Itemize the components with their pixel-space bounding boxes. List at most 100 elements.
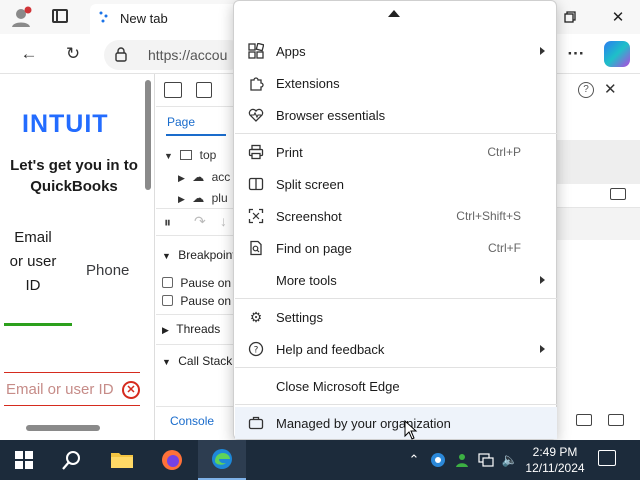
scrollbar-thumb[interactable]: [26, 425, 100, 431]
menu-item-label: Split screen: [276, 176, 344, 192]
devtools-right-pane: [556, 74, 640, 440]
menu-separator: [235, 298, 557, 299]
pause-on-caught-row[interactable]: Pause on c: [162, 294, 240, 308]
menu-item-managed-by-org[interactable]: Managed by your organization: [235, 407, 557, 439]
checkbox[interactable]: [162, 277, 173, 288]
breakpoints-section[interactable]: ▼ Breakpoint: [162, 248, 236, 262]
refresh-button[interactable]: ↻: [60, 42, 86, 66]
back-button[interactable]: ←: [16, 42, 42, 66]
device-emulation-icon[interactable]: [196, 82, 212, 98]
address-bar[interactable]: https://accou: [104, 40, 244, 70]
page-horizontal-scrollbar[interactable]: [0, 422, 155, 434]
refresh-icon: ↻: [65, 44, 81, 63]
tree-label: top: [199, 148, 217, 162]
pause-icon[interactable]: ⏸: [164, 214, 171, 231]
menu-item-screenshot[interactable]: Screenshot Ctrl+Shift+S: [235, 200, 557, 232]
settings-more-button[interactable]: ···: [563, 42, 589, 66]
expand-down-icon: ▼: [162, 251, 171, 261]
briefcase-icon: [247, 414, 265, 432]
close-devtools-icon[interactable]: ✕: [604, 80, 617, 98]
drawer-toggle-icon[interactable]: [576, 414, 592, 426]
start-button[interactable]: [0, 440, 48, 480]
section-label: Breakpoint: [178, 248, 236, 262]
page-headline: Let's get you in to QuickBooks: [10, 157, 138, 195]
menu-separator: [235, 404, 557, 405]
taskbar-firefox[interactable]: [148, 440, 196, 480]
tray-user-icon[interactable]: [452, 450, 472, 470]
threads-section[interactable]: ▶ Threads: [162, 322, 220, 336]
step-over-icon[interactable]: ↷: [194, 213, 206, 230]
menu-item-label: Settings: [276, 309, 323, 325]
expand-right-icon: ▶: [178, 173, 185, 183]
menu-item-label: Find on page: [276, 240, 352, 256]
section-label: Threads: [176, 322, 221, 336]
profile-avatar[interactable]: [10, 6, 32, 28]
taskbar-edge[interactable]: [198, 440, 246, 480]
taskbar-clock[interactable]: 2:49 PM 12/11/2024: [520, 444, 590, 476]
lock-icon: [115, 47, 127, 62]
heart-icon: [247, 106, 265, 124]
find-icon: [247, 239, 265, 257]
pause-on-uncaught-row[interactable]: Pause on u: [162, 276, 241, 290]
dock-icon[interactable]: [610, 188, 626, 200]
search-button[interactable]: [48, 440, 96, 480]
taskbar-file-explorer[interactable]: [98, 440, 146, 480]
menu-item-label: Print: [276, 144, 303, 160]
menu-item-label: Help and feedback: [276, 341, 385, 357]
copilot-button[interactable]: [604, 41, 630, 67]
restore-icon: [564, 11, 576, 23]
tab-actions-icon[interactable]: [52, 9, 68, 23]
expand-down-icon: ▼: [162, 357, 171, 367]
close-window-button[interactable]: ✕: [596, 0, 640, 34]
tray-app-icon[interactable]: [428, 450, 448, 470]
tree-row-plu[interactable]: ▶ ☁ plu: [178, 191, 228, 205]
menu-item-extensions[interactable]: Extensions: [235, 67, 557, 99]
submenu-arrow-icon: [540, 345, 545, 353]
menu-item-find-on-page[interactable]: Find on page Ctrl+F: [235, 232, 557, 264]
inspect-element-icon[interactable]: [164, 82, 182, 98]
page-vertical-scrollbar[interactable]: [143, 80, 153, 410]
scrollbar-thumb[interactable]: [145, 80, 151, 190]
drawer-dock-icon[interactable]: [608, 414, 624, 426]
tree-row-acc[interactable]: ▶ ☁ acc: [178, 170, 230, 184]
menu-separator: [235, 133, 557, 134]
menu-item-close-edge[interactable]: Close Microsoft Edge: [235, 370, 557, 402]
split-screen-icon: [247, 175, 265, 193]
menu-item-label: Extensions: [276, 75, 340, 91]
volume-icon[interactable]: 🔈: [500, 450, 520, 470]
notifications-icon[interactable]: [598, 450, 616, 466]
console-drawer-tab[interactable]: Console: [170, 414, 214, 428]
firefox-icon: [162, 450, 182, 470]
option-email-user-id[interactable]: Email or user ID: [8, 226, 58, 298]
submenu-arrow-icon: [540, 47, 545, 55]
menu-item-help-feedback[interactable]: ? Help and feedback: [235, 333, 557, 365]
menu-item-shortcut: Ctrl+F: [488, 241, 521, 255]
menu-item-more-tools[interactable]: More tools: [235, 264, 557, 296]
menu-item-print[interactable]: Print Ctrl+P: [235, 136, 557, 168]
folder-icon: [111, 453, 133, 468]
tab-new-tab[interactable]: New tab: [90, 4, 240, 34]
search-icon: [62, 451, 80, 470]
url-text: https://accou: [148, 47, 228, 63]
menu-item-browser-essentials[interactable]: Browser essentials: [235, 99, 557, 131]
email-field[interactable]: Email or user ID ✕: [4, 372, 140, 406]
menu-item-split-screen[interactable]: Split screen: [235, 168, 557, 200]
sources-page-tab[interactable]: Page: [167, 115, 195, 129]
help-icon[interactable]: ?: [578, 82, 594, 98]
menu-item-label: Screenshot: [276, 208, 342, 224]
option-phone[interactable]: Phone: [86, 262, 129, 279]
call-stack-section[interactable]: ▼ Call Stack: [162, 354, 232, 368]
step-into-icon[interactable]: ↓: [220, 213, 227, 229]
menu-collapse-caret-icon[interactable]: [388, 10, 400, 17]
menu-item-settings[interactable]: ⚙ Settings: [235, 301, 557, 333]
expand-down-icon: ▼: [164, 151, 173, 161]
print-icon: [247, 143, 265, 161]
menu-item-label: Apps: [276, 43, 306, 59]
menu-item-shortcut: Ctrl+Shift+S: [456, 209, 521, 223]
menu-item-apps[interactable]: Apps: [235, 35, 557, 67]
network-icon[interactable]: [476, 450, 496, 470]
tray-overflow-icon[interactable]: ⌃: [404, 450, 424, 470]
tree-row-top[interactable]: ▼ top: [164, 148, 216, 162]
devtools-divider: [156, 314, 236, 315]
checkbox[interactable]: [162, 295, 173, 306]
